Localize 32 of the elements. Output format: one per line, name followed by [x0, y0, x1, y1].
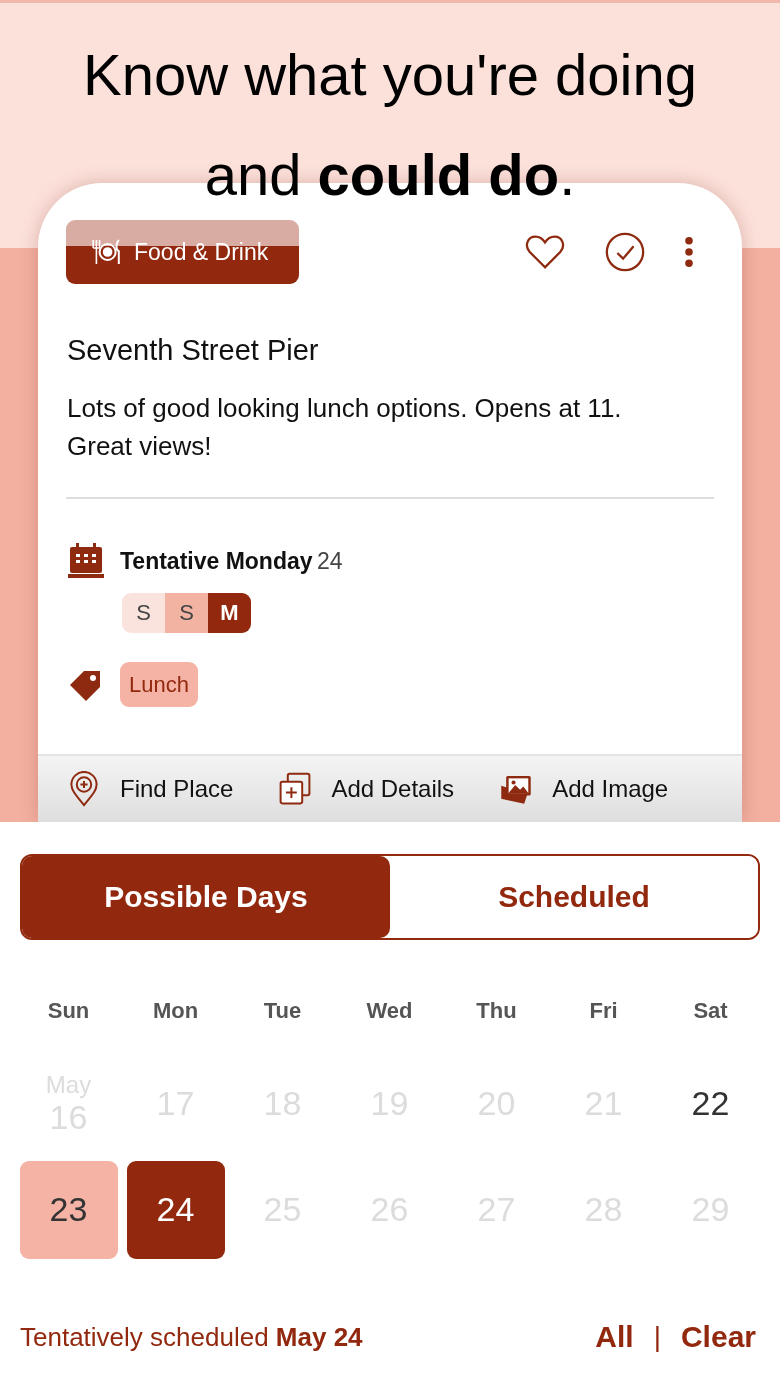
day-letter: S [122, 593, 165, 633]
schedule-summary: Tentatively scheduled May 24 [20, 1321, 363, 1353]
calendar-day[interactable]: 24 [126, 1161, 225, 1259]
description: Lots of good looking lunch options. Opens at 11. Great views! [67, 392, 623, 463]
weekday-label: Sat [692, 998, 729, 1025]
weekday-label: Wed [365, 998, 414, 1025]
action-button[interactable]: Add Details [277, 771, 455, 807]
calendar-day[interactable]: 23 [19, 1161, 118, 1259]
calendar-icon [66, 541, 106, 581]
category-chip[interactable]: Food & Drink [66, 220, 299, 284]
action-button[interactable]: Add Image [498, 771, 669, 807]
weekday-label: Mon [151, 998, 200, 1025]
schedule-day: 24 [317, 547, 343, 574]
calendar-day[interactable]: 22 [661, 1055, 760, 1153]
clear-link[interactable]: Clear [680, 1320, 756, 1354]
separator: | [653, 1321, 661, 1353]
action-button[interactable]: Find Place [66, 771, 234, 807]
more-icon[interactable] [684, 236, 694, 268]
day-letter: M [208, 593, 251, 633]
all-link[interactable]: All [595, 1320, 634, 1354]
plate-cutlery-icon [90, 238, 122, 266]
headline: Know what you're doing and could do. [82, 41, 698, 195]
weekday-label: Fri [588, 998, 619, 1025]
weekday-label: Sun [46, 998, 91, 1025]
place-title: Seventh Street Pier [67, 334, 320, 367]
tag-chip[interactable]: Lunch [120, 662, 198, 707]
day-letter: S [165, 593, 208, 633]
tab[interactable]: Possible Days [22, 856, 390, 938]
schedule-label: Tentative Monday [120, 547, 313, 574]
weekday-label: Tue [262, 998, 303, 1025]
weekday-label: Thu [475, 998, 518, 1025]
check-circle-icon[interactable] [604, 231, 646, 273]
